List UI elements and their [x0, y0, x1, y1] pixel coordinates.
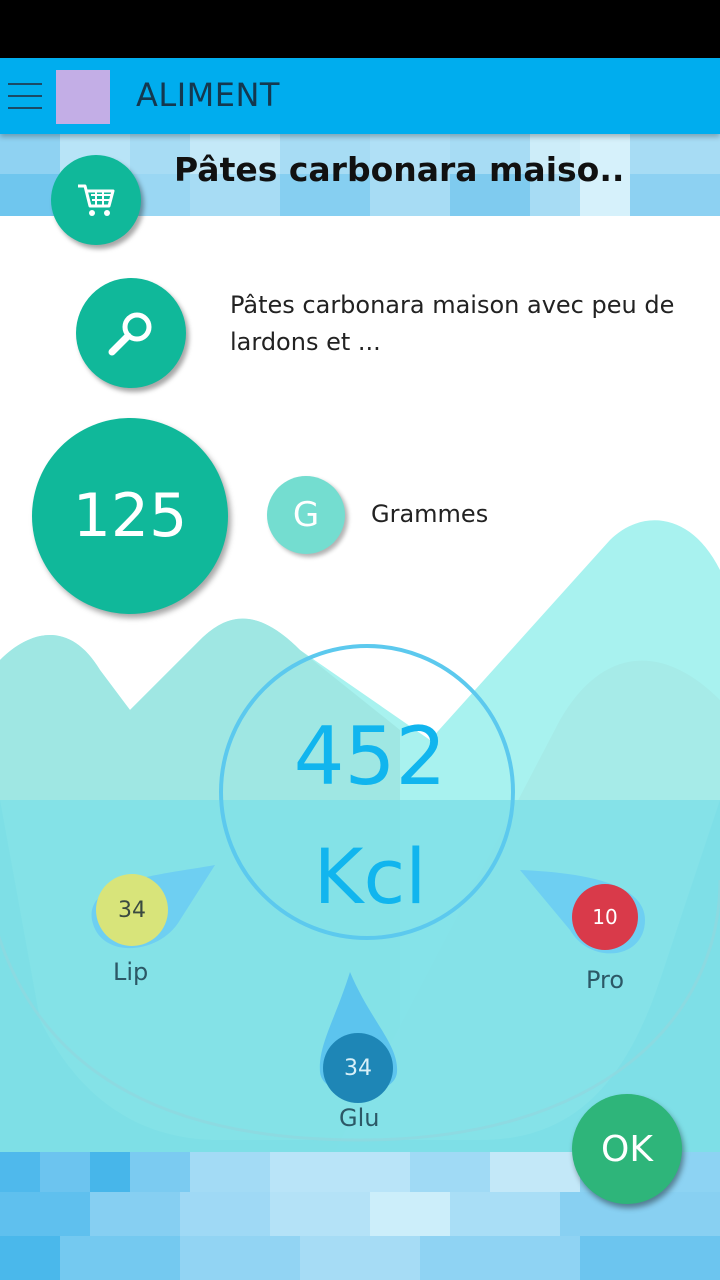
- protein-label: Pro: [586, 966, 625, 994]
- glucid-label: Glu: [339, 1104, 380, 1132]
- food-description: Pâtes carbonara maison avec peu de lardo…: [230, 291, 675, 356]
- kcal-unit: Kcl: [313, 832, 427, 921]
- food-title: Pâtes carbonara maiso..: [174, 150, 625, 189]
- unit-label: Grammes: [371, 500, 489, 528]
- menu-icon[interactable]: [8, 83, 42, 111]
- ok-button[interactable]: OK: [572, 1094, 682, 1204]
- cart-button[interactable]: [51, 155, 141, 245]
- app-bar: ALIMENT: [0, 58, 720, 134]
- lipid-value: 34: [96, 874, 168, 946]
- search-button[interactable]: [76, 278, 186, 388]
- glucid-value: 34: [323, 1033, 393, 1103]
- protein-value: 10: [572, 884, 638, 950]
- app-title: ALIMENT: [136, 76, 280, 114]
- avatar[interactable]: [56, 70, 110, 124]
- kcal-value: 452: [293, 710, 447, 803]
- quantity-input[interactable]: 125: [32, 418, 228, 614]
- cart-icon: [78, 184, 115, 216]
- unit-selector[interactable]: G: [267, 476, 345, 554]
- status-bar: [0, 0, 720, 58]
- search-icon: [108, 312, 152, 356]
- lipid-label: Lip: [113, 958, 149, 986]
